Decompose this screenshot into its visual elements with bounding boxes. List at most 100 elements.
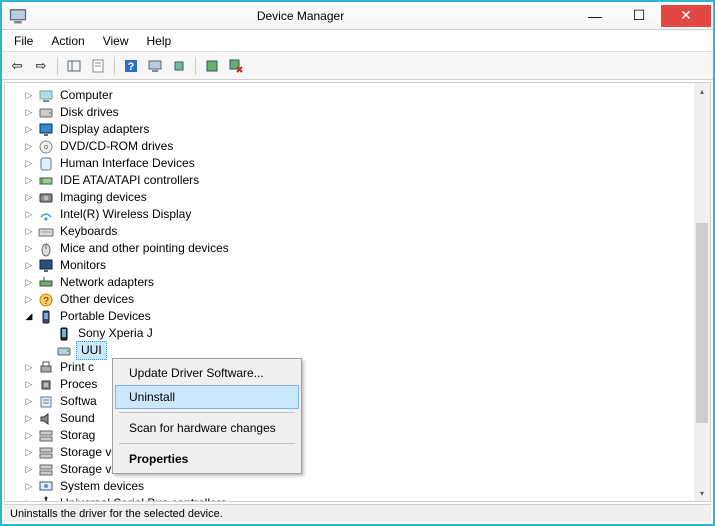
disable-button[interactable] <box>225 55 247 77</box>
system-icon <box>38 479 54 495</box>
expand-icon[interactable]: ▷ <box>23 379 35 391</box>
expand-icon[interactable]: ▷ <box>23 481 35 493</box>
tree-node[interactable]: ▷ Imaging devices <box>23 189 710 206</box>
ctx-scan-hardware[interactable]: Scan for hardware changes <box>115 416 299 440</box>
tree-node[interactable]: ▷ Intel(R) Wireless Display <box>23 206 710 223</box>
scroll-down-icon[interactable]: ▾ <box>694 485 710 501</box>
tree-label: Display adapters <box>58 121 151 138</box>
vertical-scrollbar[interactable]: ▴ ▾ <box>694 83 710 501</box>
tree-node[interactable]: ▷Computer <box>23 87 710 104</box>
tree-label: Portable Devices <box>58 308 153 325</box>
ctx-uninstall[interactable]: Uninstall <box>115 385 299 409</box>
tree-node[interactable]: ▷ Mice and other pointing devices <box>23 240 710 257</box>
tree-label: Monitors <box>58 257 108 274</box>
ctx-separator <box>119 443 295 444</box>
expand-icon[interactable]: ▷ <box>23 175 35 187</box>
ctx-properties[interactable]: Properties <box>115 447 299 471</box>
expand-icon[interactable]: ▷ <box>23 209 35 221</box>
tree-label: DVD/CD-ROM drives <box>58 138 175 155</box>
tree-node[interactable]: ▷ System devices <box>23 478 710 495</box>
tree-node-child[interactable]: UUI <box>41 342 710 359</box>
display-icon <box>38 122 54 138</box>
close-button[interactable]: ✕ <box>661 5 711 27</box>
help-icon: ? <box>124 59 138 73</box>
update-driver-button[interactable] <box>168 55 190 77</box>
wireless-icon <box>38 207 54 223</box>
maximize-button[interactable]: ☐ <box>617 5 661 27</box>
expand-icon[interactable]: ▷ <box>23 413 35 425</box>
scan-hardware-button[interactable] <box>144 55 166 77</box>
printer-icon <box>38 360 54 376</box>
scroll-thumb[interactable] <box>696 223 708 423</box>
expand-icon[interactable]: ▷ <box>23 362 35 374</box>
expand-icon[interactable]: ▷ <box>23 294 35 306</box>
tree-node[interactable]: ▷Keyboards <box>23 223 710 240</box>
expand-icon[interactable]: ▷ <box>23 277 35 289</box>
tree-node[interactable]: ▷?Other devices <box>23 291 710 308</box>
ctx-update-driver[interactable]: Update Driver Software... <box>115 361 299 385</box>
monitor-icon <box>148 59 162 73</box>
tree-node[interactable]: ▷ Network adapters <box>23 274 710 291</box>
tree-label: System devices <box>58 478 146 495</box>
scroll-up-icon[interactable]: ▴ <box>694 83 710 99</box>
uninstall-toolbar-button[interactable] <box>201 55 223 77</box>
expand-icon[interactable]: ▷ <box>23 260 35 272</box>
expand-icon[interactable]: ▷ <box>23 396 35 408</box>
expand-icon[interactable]: ▷ <box>23 430 35 442</box>
tree-node[interactable]: ▷ DVD/CD-ROM drives <box>23 138 710 155</box>
show-hide-button[interactable] <box>63 55 85 77</box>
minimize-button[interactable]: — <box>573 5 617 27</box>
menu-action[interactable]: Action <box>43 32 92 50</box>
menu-view[interactable]: View <box>95 32 137 50</box>
tree-label: Print c <box>58 359 96 376</box>
software-icon <box>38 394 54 410</box>
expand-icon[interactable]: ▷ <box>23 158 35 170</box>
menu-file[interactable]: File <box>6 32 41 50</box>
tree-node[interactable]: ▷ Universal Serial Bus controllers <box>23 495 710 502</box>
expand-icon[interactable]: ▷ <box>23 447 35 459</box>
tree-label: Storag <box>58 427 97 444</box>
tree-label: IDE ATA/ATAPI controllers <box>58 172 201 189</box>
collapse-icon[interactable]: ◢ <box>23 311 35 323</box>
tree-label: Network adapters <box>58 274 156 291</box>
back-button[interactable]: ⇦ <box>6 55 28 77</box>
toolbar-separator <box>114 57 115 75</box>
expand-icon[interactable]: ▷ <box>23 107 35 119</box>
expand-icon[interactable]: ▷ <box>23 464 35 476</box>
tree-label: Intel(R) Wireless Display <box>58 206 193 223</box>
portable-icon <box>38 309 54 325</box>
tree-label: UUI <box>76 341 107 360</box>
expand-icon[interactable]: ▷ <box>23 243 35 255</box>
tree-label: Universal Serial Bus controllers <box>58 495 229 502</box>
mouse-icon <box>38 241 54 257</box>
forward-button[interactable]: ⇨ <box>30 55 52 77</box>
menu-help[interactable]: Help <box>139 32 180 50</box>
chip-icon <box>172 59 186 73</box>
device-icon <box>205 59 219 73</box>
expand-icon[interactable]: ▷ <box>23 124 35 136</box>
dvd-icon <box>38 139 54 155</box>
expand-icon[interactable]: ▷ <box>23 141 35 153</box>
tree-node[interactable]: ▷Disk drives <box>23 104 710 121</box>
properties-toolbar-button[interactable] <box>87 55 109 77</box>
expand-icon[interactable]: ▷ <box>23 90 35 102</box>
expand-icon[interactable]: ▷ <box>23 192 35 204</box>
sound-icon <box>38 411 54 427</box>
device-tree[interactable]: ▷Computer▷Disk drives▷Display adapters▷D… <box>5 83 710 502</box>
tree-node[interactable]: ▷ Monitors <box>23 257 710 274</box>
disk-icon <box>38 105 54 121</box>
other-icon: ? <box>38 292 54 308</box>
expand-icon[interactable]: ▷ <box>23 498 35 503</box>
tree-node[interactable]: ◢ Portable Devices <box>23 308 710 325</box>
tree-node[interactable]: ▷ Display adapters <box>23 121 710 138</box>
tree-label: Imaging devices <box>58 189 149 206</box>
expand-icon[interactable]: ▷ <box>23 226 35 238</box>
ctx-separator <box>119 412 295 413</box>
status-text: Uninstalls the driver for the selected d… <box>10 508 223 520</box>
tree-label: Mice and other pointing devices <box>58 240 231 257</box>
tree-node-child[interactable]: Sony Xperia J <box>41 325 710 342</box>
tree-node[interactable]: ▷ IDE ATA/ATAPI controllers <box>23 172 710 189</box>
help-button[interactable]: ? <box>120 55 142 77</box>
tree-node[interactable]: ▷Human Interface Devices <box>23 155 710 172</box>
cpu-icon <box>38 377 54 393</box>
